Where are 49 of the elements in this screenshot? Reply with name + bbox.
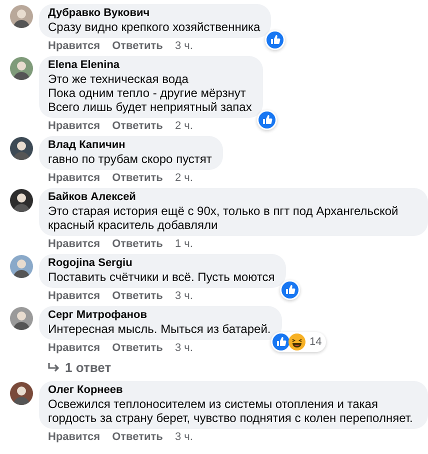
like-link[interactable]: Нравится (48, 430, 100, 444)
reply-link[interactable]: Ответить (112, 341, 163, 355)
reaction-badge[interactable]: 14 (271, 332, 326, 352)
reaction-badge[interactable] (265, 30, 286, 50)
timestamp[interactable]: 1 ч. (174, 237, 193, 251)
replies-link[interactable]: 1 ответ (39, 360, 112, 375)
comment-text: Поставить счётчики и всё. Пусть моются (48, 270, 276, 284)
reaction-badge[interactable] (256, 110, 277, 130)
like-icon (266, 31, 284, 49)
comment-text: Пока одним тепло - другие мёрзнут (48, 86, 247, 100)
author-name[interactable]: Дубравко Вукович (48, 7, 262, 20)
timestamp[interactable]: 3 ч. (174, 341, 193, 355)
like-icon (258, 111, 276, 129)
reply-link[interactable]: Ответить (112, 119, 163, 133)
reply-link[interactable]: Ответить (112, 237, 163, 251)
reply-link[interactable]: Ответить (112, 289, 163, 303)
timestamp[interactable]: 3 ч. (174, 289, 193, 303)
laughing-face-icon (288, 333, 306, 351)
like-link[interactable]: Нравится (48, 341, 100, 355)
timestamp[interactable]: 3 ч. (174, 430, 193, 444)
author-name[interactable]: Влад Капичин (48, 139, 214, 152)
author-name[interactable]: Олег Корнеев (48, 384, 419, 397)
timestamp[interactable]: 3 ч. (174, 39, 193, 53)
comment-text: Это же техническая вода (48, 72, 190, 86)
reply-link[interactable]: Ответить (112, 430, 163, 444)
like-icon (272, 333, 290, 351)
like-link[interactable]: Нравится (48, 39, 100, 53)
timestamp[interactable]: 2 ч. (174, 171, 193, 185)
timestamp[interactable]: 2 ч. (174, 119, 193, 133)
comment-text: Это старая история ещё с 90х, только в пгт под Архангельской красный краситель добавляли (48, 204, 400, 232)
author-name[interactable]: Байков Алексей (48, 191, 419, 204)
comment-text: Интересная мысль. Мыться из батарей. (48, 322, 272, 336)
like-icon (280, 281, 299, 299)
like-link[interactable]: Нравится (48, 289, 100, 303)
comment-text: Сразу видно крепкого хозяйственника (48, 20, 262, 34)
like-link[interactable]: Нравится (48, 171, 100, 185)
comment-text: Освежился теплоносителем из системы отопления и такая гордость за страну берет, чувство поднятия с колен переполняет. (48, 397, 414, 425)
author-name[interactable]: Rogojina Sergiu (48, 257, 277, 270)
reply-arrow-icon (48, 362, 60, 372)
reply-link[interactable]: Ответить (112, 39, 163, 53)
comment-text: Всего лишь будет неприятный запах (48, 100, 253, 114)
author-name[interactable]: Серг Митрофанов (48, 309, 273, 322)
reply-link[interactable]: Ответить (112, 171, 163, 185)
author-name[interactable]: Elena Elenina (48, 59, 254, 72)
like-link[interactable]: Нравится (48, 119, 100, 133)
like-link[interactable]: Нравится (48, 237, 100, 251)
reaction-badge[interactable] (280, 280, 300, 300)
comment-text: гавно по трубам скоро пустят (48, 152, 213, 166)
reaction-count: 14 (308, 334, 323, 350)
